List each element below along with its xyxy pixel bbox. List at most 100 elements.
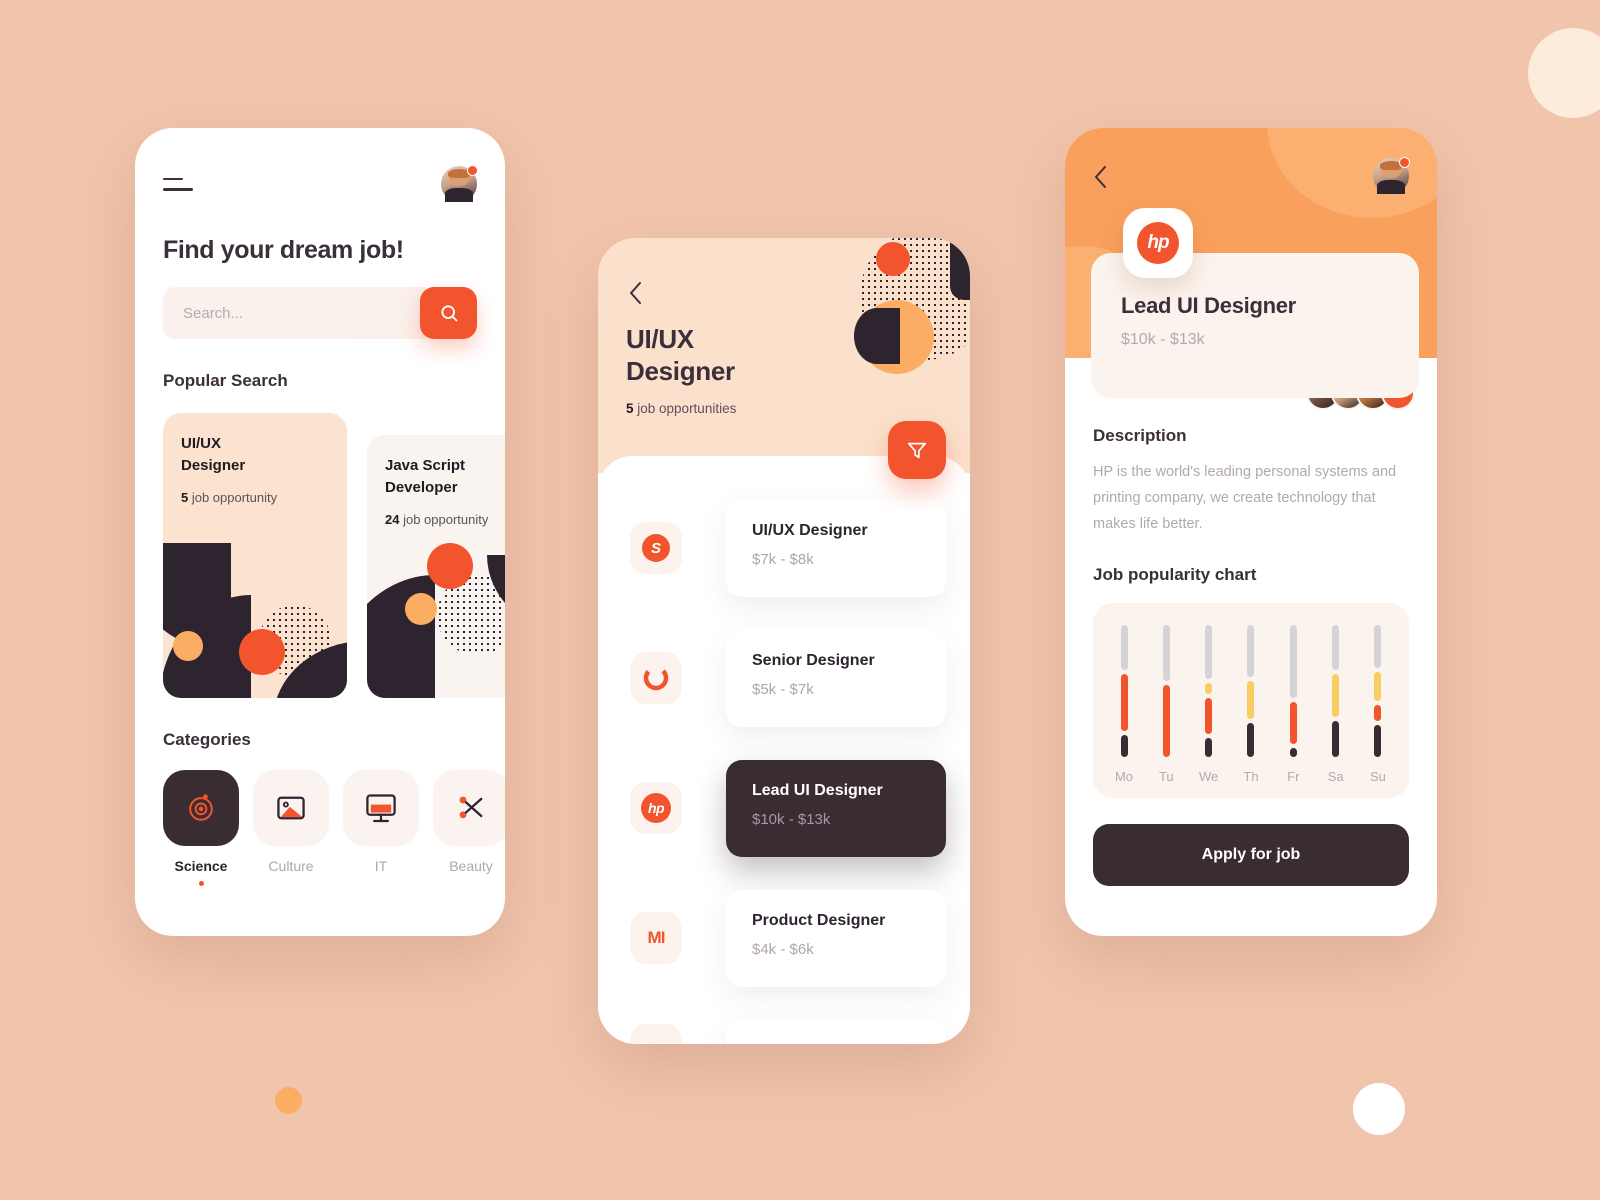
- job-title: Lead UI Designer: [1121, 293, 1296, 318]
- job-title: Lead UI Designer: [752, 782, 883, 799]
- categories-list: Science Culture IT Beauty: [135, 750, 505, 886]
- category-label: Beauty: [449, 858, 493, 874]
- back-button[interactable]: [1093, 164, 1109, 195]
- search-button[interactable]: [420, 287, 477, 339]
- logo-glyph: [643, 665, 669, 691]
- job-card[interactable]: [726, 1020, 946, 1044]
- hp-logo: hp: [630, 782, 682, 834]
- hamburger-icon[interactable]: [163, 177, 193, 191]
- chart-bar-stack: [1332, 625, 1340, 758]
- category-tile: [433, 770, 505, 846]
- job-title: Product Designer: [752, 912, 886, 929]
- popular-card-javascript[interactable]: Java Script Developer 24 job opportunity: [367, 435, 505, 698]
- chart-bar-segment-gray: [1374, 625, 1382, 669]
- chart-x-label: Th: [1243, 769, 1259, 785]
- popular-card-count: 24 job opportunity: [385, 512, 505, 527]
- chart-bar-segment-yellow: [1374, 672, 1382, 702]
- chart-bar-segment-gray: [1120, 625, 1128, 671]
- chart-bar-segment-dark: [1120, 734, 1128, 758]
- chart-bar-column: [1151, 625, 1181, 758]
- scissors-icon: [459, 796, 483, 819]
- atom-icon: [189, 794, 213, 821]
- xiaomi-logo: MI: [630, 912, 682, 964]
- user-avatar[interactable]: [1373, 157, 1410, 194]
- chart-bar-segment-dark: [1374, 724, 1382, 758]
- chart-bar-segment-dark: [1205, 738, 1213, 758]
- job-card[interactable]: UI/UX Designer $7k - $8k: [726, 500, 946, 597]
- popular-card-count-suffix: job opportunity: [399, 511, 489, 527]
- chart-x-label: Mo: [1114, 769, 1134, 785]
- category-culture[interactable]: Culture: [253, 770, 329, 886]
- chart-x-label: Tu: [1158, 769, 1174, 785]
- background-circle-orange: [275, 1087, 302, 1114]
- user-avatar[interactable]: [441, 165, 478, 202]
- job-card[interactable]: Product Designer $4k - $6k: [726, 890, 946, 987]
- popular-search-list: UI/UX Designer 5 job opportunity Java Scr…: [135, 391, 505, 698]
- category-label: Science: [174, 858, 228, 874]
- chart-bar-column: [1278, 625, 1308, 758]
- phone-screen-job-list: UI/UX Designer 5 job opportunities S UI/U…: [598, 238, 970, 1044]
- popular-search-heading: Popular Search: [163, 371, 288, 390]
- logo-glyph: MI: [647, 928, 666, 947]
- chart-bar-stack: [1162, 625, 1170, 758]
- logo-placeholder: [630, 1024, 682, 1044]
- category-label: Culture: [268, 858, 314, 874]
- search-input-wrapper[interactable]: [163, 287, 426, 339]
- filter-button[interactable]: [888, 421, 946, 479]
- job-list-item[interactable]: S UI/UX Designer $7k - $8k: [622, 500, 946, 630]
- categories-heading: Categories: [163, 730, 251, 749]
- apply-for-job-button[interactable]: Apply for job: [1093, 824, 1409, 887]
- chart-bars: [1109, 625, 1393, 758]
- chart-bar-stack: [1120, 625, 1128, 758]
- job-card[interactable]: Senior Designer $5k - $7k: [726, 630, 946, 727]
- decor-circle-amber: [173, 631, 203, 661]
- job-list-item[interactable]: Senior Designer $5k - $7k: [622, 630, 946, 760]
- category-active-indicator: [198, 881, 204, 886]
- popular-card-uiux[interactable]: UI/UX Designer 5 job opportunity: [163, 413, 347, 698]
- job-list-item[interactable]: MI Product Designer $4k - $6k: [622, 890, 946, 1020]
- chart-bar-segment-dark: [1247, 723, 1255, 758]
- job-salary: $10k - $13k: [752, 811, 831, 828]
- chart-x-label: Su: [1370, 769, 1386, 785]
- job-list-item-partial[interactable]: [622, 1020, 946, 1044]
- chart-bar-segment-orange: [1374, 705, 1382, 721]
- popular-card-count-suffix: job opportunity: [188, 489, 278, 505]
- category-tile: [343, 770, 419, 846]
- chart-bar-segment-yellow: [1205, 683, 1213, 695]
- job-category-title: UI/UX Designer: [626, 324, 735, 386]
- chart-bar-segment-gray: [1289, 625, 1297, 698]
- back-button[interactable]: [628, 280, 644, 311]
- logo-glyph: S: [642, 534, 670, 562]
- search-input[interactable]: [183, 304, 426, 322]
- chart-bar-column: [1321, 625, 1351, 758]
- chart-bar-stack: [1247, 625, 1255, 758]
- category-it[interactable]: IT: [343, 770, 419, 886]
- chart-bar-column: [1363, 625, 1393, 758]
- category-beauty[interactable]: Beauty: [433, 770, 505, 886]
- decor-circle-amber: [405, 593, 437, 625]
- chart-bar-segment-gray: [1162, 625, 1170, 681]
- chart-bar-column: [1194, 625, 1224, 758]
- job-salary: $5k - $7k: [752, 681, 814, 698]
- job-title: Senior Designer: [752, 652, 875, 669]
- description-heading: Description: [1093, 426, 1187, 445]
- decor-circle-orange: [427, 543, 473, 589]
- chart-bar-segment-orange: [1289, 701, 1297, 745]
- search-bar: [135, 265, 505, 339]
- popular-card-title: Java Script Developer: [385, 457, 466, 496]
- decor-dark-corner: [950, 238, 970, 300]
- popular-card-title: UI/UX Designer: [181, 435, 246, 474]
- decor-circle-orange: [239, 629, 285, 675]
- decor-circle-orange: [876, 242, 910, 276]
- popular-card-count: 5 job opportunity: [181, 490, 329, 505]
- chevron-left-icon: [630, 282, 641, 304]
- job-card-selected[interactable]: Lead UI Designer $10k - $13k: [726, 760, 946, 857]
- job-salary: $7k - $8k: [752, 551, 814, 568]
- hp-logo: hp: [1123, 208, 1193, 278]
- job-salary: $10k - $13k: [1121, 331, 1205, 348]
- category-science[interactable]: Science: [163, 770, 239, 886]
- monitor-icon: [366, 794, 396, 823]
- job-title: UI/UX Designer: [752, 522, 868, 539]
- job-list-item[interactable]: hp Lead UI Designer $10k - $13k: [622, 760, 946, 890]
- category-tile: [253, 770, 329, 846]
